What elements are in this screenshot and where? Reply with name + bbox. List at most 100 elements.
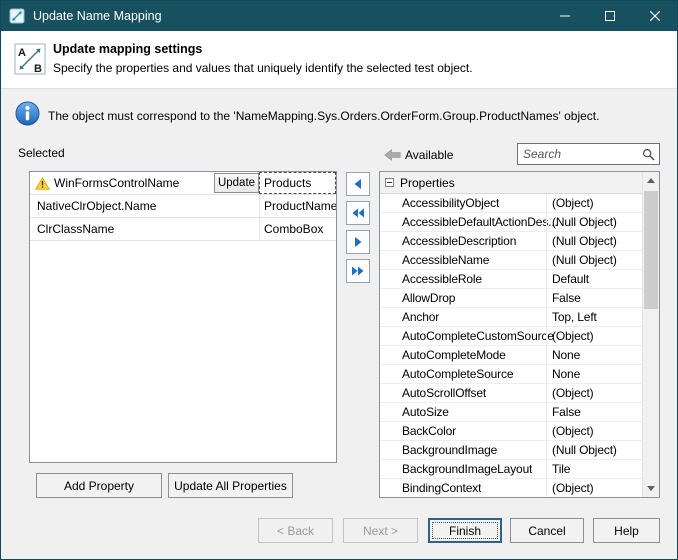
property-value: (Object) (546, 194, 642, 212)
update-name-mapping-dialog: Update Name Mapping A B Update (0, 0, 678, 560)
info-text: The object must correspond to the 'NameM… (48, 109, 599, 123)
app-icon (9, 8, 25, 24)
finish-button[interactable]: Finish (428, 518, 502, 543)
name-mapping-icon: A B (14, 43, 46, 78)
property-row[interactable]: AutoSizeFalse (380, 403, 642, 422)
maximize-button[interactable] (587, 1, 632, 31)
selected-property-name: NativeClrObject.Name (37, 199, 156, 213)
selected-row[interactable]: WinFormsControlName Update Products (30, 172, 336, 195)
available-back-arrow-icon[interactable] (384, 149, 401, 161)
maximize-icon (605, 11, 615, 21)
scroll-down-button[interactable] (643, 480, 659, 497)
cancel-button[interactable]: Cancel (510, 518, 584, 543)
property-row[interactable]: AccessibleRole Default (380, 270, 642, 289)
property-row[interactable]: AccessibleName(Null Object) (380, 251, 642, 270)
move-right-button[interactable] (346, 230, 370, 254)
property-name: AutoCompleteCustomSource (402, 329, 554, 343)
property-name: AccessibilityObject (402, 196, 499, 210)
search-input[interactable] (517, 143, 660, 165)
close-icon (650, 11, 660, 21)
dialog-header: A B Update mapping settings Specify the … (1, 31, 677, 89)
property-name: Anchor (402, 310, 439, 324)
dialog-heading: Update mapping settings (53, 42, 202, 56)
property-row[interactable]: AllowDrop False (380, 289, 642, 308)
property-row[interactable]: BindingContext (Object) (380, 479, 642, 498)
update-all-properties-button[interactable]: Update All Properties (168, 473, 293, 498)
add-property-button[interactable]: Add Property (36, 473, 162, 498)
property-row[interactable]: BackgroundImage (Null Object) (380, 441, 642, 460)
property-value: None (546, 346, 642, 364)
next-button: Next > (343, 518, 418, 543)
titlebar[interactable]: Update Name Mapping (1, 1, 677, 31)
vertical-scrollbar[interactable] (642, 172, 659, 497)
property-value: (Null Object) (546, 441, 642, 459)
property-row[interactable]: AccessibleDefaultActionDes...(Null Objec… (380, 213, 642, 232)
property-name: BindingContext (402, 481, 481, 495)
scrollbar-thumb[interactable] (644, 191, 658, 309)
property-value: Tile (546, 460, 642, 478)
warning-icon (35, 177, 50, 190)
selected-property-value-editor[interactable]: Products (259, 172, 336, 194)
property-name: AutoScrollOffset (402, 386, 486, 400)
double-left-arrow-icon (350, 205, 366, 221)
close-button[interactable] (632, 1, 677, 31)
property-value: (Object) (546, 479, 642, 497)
window-title: Update Name Mapping (33, 9, 162, 23)
move-all-right-button[interactable] (346, 259, 370, 283)
help-button[interactable]: Help (593, 518, 660, 543)
property-value: (Object) (546, 422, 642, 440)
property-row[interactable]: AccessibleDescription (Null Object) (380, 232, 642, 251)
property-value: Top, Left (546, 308, 642, 326)
selected-properties-table: WinFormsControlName Update Products Nati… (29, 171, 337, 463)
svg-text:B: B (34, 63, 42, 75)
selected-row[interactable]: ClrClassName ComboBox (30, 218, 336, 241)
update-button[interactable]: Update (214, 173, 259, 193)
property-name: AllowDrop (402, 291, 455, 305)
scroll-up-button[interactable] (643, 172, 659, 189)
property-value: Default (546, 270, 642, 288)
selected-property-value: ComboBox (259, 218, 336, 240)
property-row[interactable]: AutoScrollOffset(Object) (380, 384, 642, 403)
svg-text:A: A (18, 47, 26, 59)
property-row[interactable]: AutoCompleteMode None (380, 346, 642, 365)
collapse-icon[interactable] (385, 178, 394, 187)
property-value: (Null Object) (546, 232, 642, 250)
minimize-button[interactable] (542, 1, 587, 31)
property-name: AutoCompleteMode (402, 348, 506, 362)
property-name: AccessibleDescription (402, 234, 516, 248)
property-row[interactable]: Anchor Top, Left (380, 308, 642, 327)
available-properties-grid: Properties AccessibilityObject (Object) A… (379, 171, 660, 498)
selected-label: Selected (18, 146, 65, 160)
scroll-up-icon (647, 178, 655, 183)
property-value: False (546, 403, 642, 421)
search-icon[interactable] (642, 148, 655, 161)
properties-group-header[interactable]: Properties (380, 172, 642, 194)
available-label: Available (405, 148, 453, 162)
property-name: BackColor (402, 424, 456, 438)
scroll-down-icon (647, 486, 655, 491)
property-name: AutoCompleteSource (402, 367, 513, 381)
property-value: None (546, 365, 642, 383)
single-left-arrow-icon (350, 176, 366, 192)
selected-property-value: ProductNames (259, 195, 336, 217)
property-row[interactable]: AutoCompleteSource None (380, 365, 642, 384)
move-all-left-button[interactable] (346, 201, 370, 225)
selected-property-name: WinFormsControlName (54, 176, 179, 190)
property-name: AccessibleRole (402, 272, 482, 286)
back-button: < Back (258, 518, 333, 543)
property-name: AccessibleDefaultActionDes... (402, 215, 558, 229)
property-row[interactable]: BackColor (Object) (380, 422, 642, 441)
dialog-subheading: Specify the properties and values that u… (53, 61, 473, 75)
property-value: False (546, 289, 642, 307)
property-value: (Null Object) (546, 213, 642, 231)
property-name: BackgroundImage (402, 443, 497, 457)
move-left-button[interactable] (346, 172, 370, 196)
property-value: (Object) (546, 327, 642, 345)
double-right-arrow-icon (350, 263, 366, 279)
property-row[interactable]: AccessibilityObject (Object) (380, 194, 642, 213)
property-row[interactable]: AutoCompleteCustomSource(Object) (380, 327, 642, 346)
property-row[interactable]: BackgroundImageLayoutTile (380, 460, 642, 479)
selected-row[interactable]: NativeClrObject.Name ProductNames (30, 195, 336, 218)
properties-group-label: Properties (400, 176, 455, 190)
single-right-arrow-icon (350, 234, 366, 250)
